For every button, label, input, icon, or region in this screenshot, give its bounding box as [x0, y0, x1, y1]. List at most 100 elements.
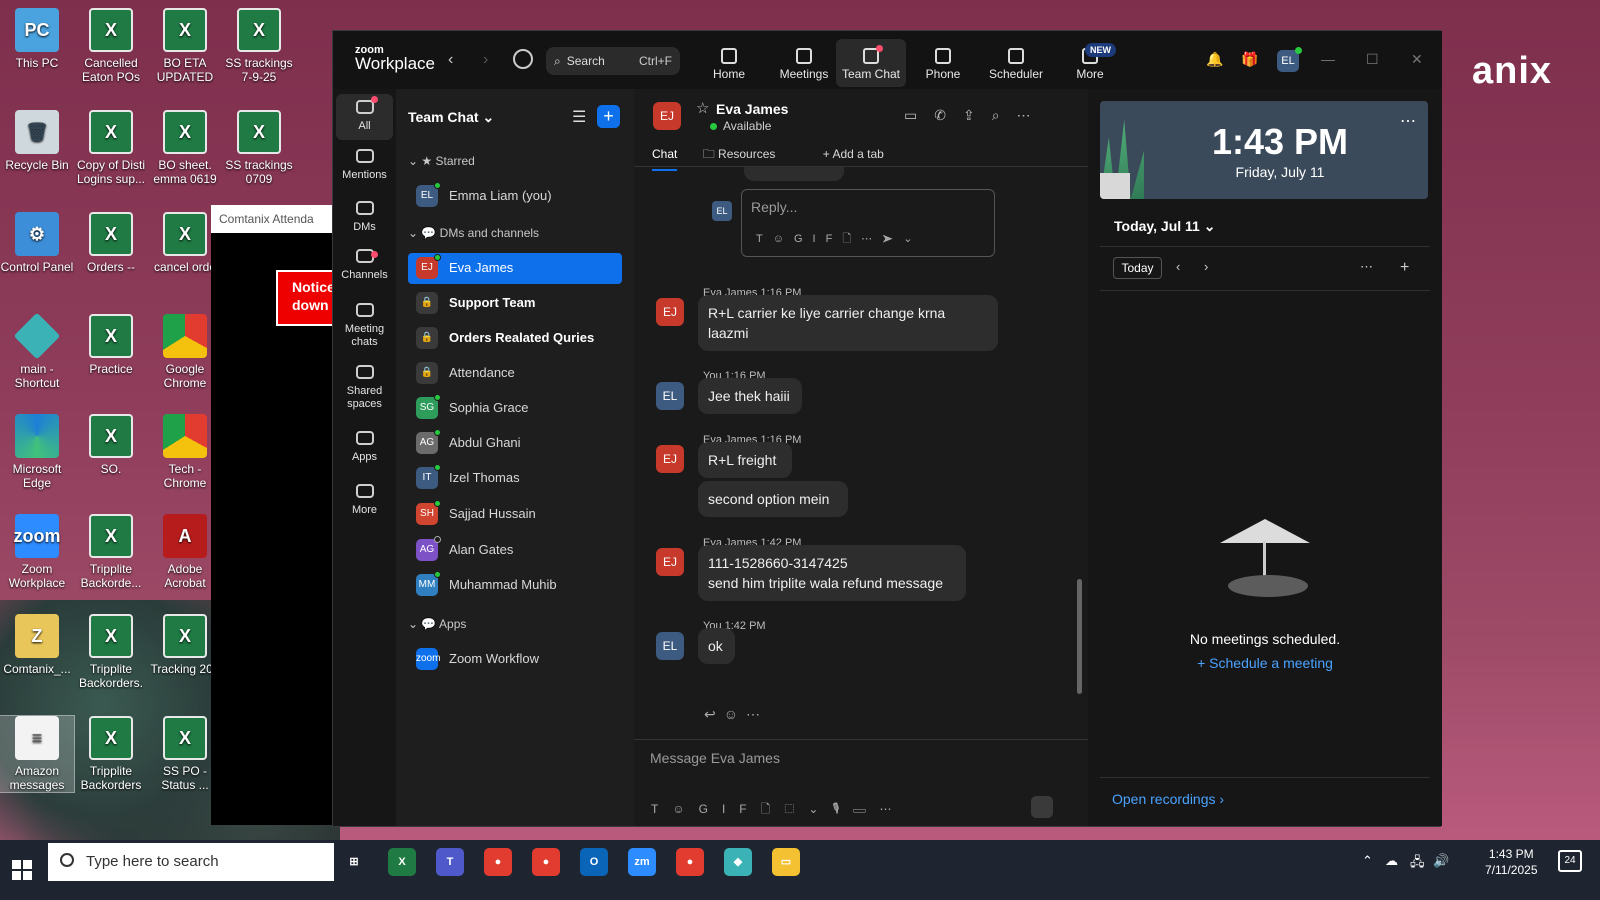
contact-avatar[interactable]: EJ: [653, 102, 681, 130]
list-item[interactable]: EJ Eva James: [408, 253, 622, 284]
list-item[interactable]: 🔒 Support Team: [408, 288, 622, 319]
desktop-icon[interactable]: X SS trackings 7-9-25: [222, 8, 296, 84]
desktop-icon[interactable]: X BO sheet. emma 0619: [148, 110, 222, 186]
message-avatar[interactable]: EL: [656, 632, 684, 660]
video-message-icon[interactable]: ▭: [853, 802, 879, 816]
list-item[interactable]: 🔒 Orders Realated Quries: [408, 323, 622, 354]
message-avatar[interactable]: EJ: [656, 548, 684, 576]
message-bubble[interactable]: second option mein: [698, 481, 848, 517]
desktop-icon[interactable]: Z Comtanix_...: [0, 614, 74, 676]
gift-icon[interactable]: 🎁: [1241, 51, 1258, 68]
tab-resources[interactable]: 🗀 Resources: [703, 147, 798, 161]
list-item[interactable]: IT Izel Thomas: [408, 463, 622, 494]
user-avatar[interactable]: EL: [1277, 47, 1302, 72]
list-item[interactable]: AG Abdul Ghani: [408, 428, 622, 459]
message-bubble[interactable]: R+L freight: [698, 442, 792, 478]
taskbar-app-zoom[interactable]: zm: [628, 848, 656, 876]
maximize-icon[interactable]: ☐: [1366, 51, 1379, 68]
previous-day-icon[interactable]: ‹: [1176, 259, 1180, 274]
desktop-icon[interactable]: X Tripplite Backorders: [74, 716, 148, 792]
gif-icon[interactable]: GIF: [794, 233, 842, 245]
taskbar-app-app[interactable]: ◆: [724, 848, 752, 876]
search-icon[interactable]: ⌕: [992, 107, 1017, 123]
gif-icon[interactable]: GIF: [699, 802, 761, 816]
more-options-icon[interactable]: ⋯: [1360, 259, 1373, 275]
volume-icon[interactable]: 🔊: [1433, 853, 1449, 869]
section-apps[interactable]: ⌄ 💬 Apps: [408, 617, 466, 631]
message-bubble[interactable]: R+L carrier ke liye carrier change krna l…: [698, 295, 998, 351]
filter-icon[interactable]: ☰: [572, 107, 586, 127]
send-button[interactable]: [1031, 796, 1053, 818]
team-chat-title[interactable]: Team Chat ⌄: [408, 109, 494, 126]
send-icon[interactable]: ➤: [882, 233, 903, 245]
rail-item-mentions[interactable]: Mentions: [336, 149, 393, 182]
tab-team-chat[interactable]: Team Chat: [836, 39, 906, 87]
message-avatar[interactable]: EJ: [656, 298, 684, 326]
reply-icon[interactable]: ↩: [704, 706, 724, 722]
desktop-icon[interactable]: main - Shortcut: [0, 312, 74, 390]
desktop-icon[interactable]: ≡ Amazon messages: [0, 715, 75, 793]
video-call-icon[interactable]: ▭: [904, 107, 934, 123]
taskbar-clock[interactable]: 1:43 PM 7/11/2025: [1485, 846, 1538, 878]
today-heading[interactable]: Today, Jul 11 ⌄: [1114, 218, 1215, 235]
desktop-icon[interactable]: ⚙ Control Panel: [0, 212, 74, 274]
chat-scrollbar[interactable]: [1077, 579, 1082, 694]
rail-item-all[interactable]: All: [336, 94, 393, 140]
more-icon[interactable]: ⋯: [746, 706, 768, 722]
list-item[interactable]: SH Sajjad Hussain: [408, 499, 622, 530]
forward-arrow-icon[interactable]: ›: [483, 51, 488, 69]
phone-call-icon[interactable]: ✆: [934, 107, 963, 123]
list-item[interactable]: 🔒 Attendance: [408, 358, 622, 389]
tab-scheduler[interactable]: Scheduler: [981, 39, 1051, 87]
desktop-icon[interactable]: Microsoft Edge: [0, 414, 74, 490]
more-icon[interactable]: ⋯: [879, 802, 905, 816]
onedrive-icon[interactable]: ☁: [1385, 853, 1398, 869]
desktop-icon[interactable]: X Copy of Disti Logins sup...: [74, 110, 148, 186]
taskbar-app-task-view[interactable]: ⊞: [340, 848, 368, 876]
section-dms-channels[interactable]: ⌄ 💬 DMs and channels: [408, 226, 539, 240]
emoji-icon[interactable]: ☺: [773, 233, 794, 245]
desktop-icon[interactable]: 🗑 Recycle Bin: [0, 110, 74, 172]
taskbar-app-file-explorer[interactable]: ▭: [772, 848, 800, 876]
message-avatar[interactable]: EL: [656, 382, 684, 410]
screenshot-icon[interactable]: ⬚⌄: [784, 802, 832, 816]
star-icon[interactable]: ☆: [696, 99, 709, 117]
message-avatar[interactable]: EJ: [656, 445, 684, 473]
tab-chat[interactable]: Chat: [652, 147, 678, 171]
add-event-icon[interactable]: +: [1400, 259, 1409, 277]
more-icon[interactable]: ⋯: [861, 233, 882, 245]
taskbar-app-teams[interactable]: T: [436, 848, 464, 876]
file-icon[interactable]: 🗋: [842, 233, 861, 245]
rail-item-shared-spaces[interactable]: Shared spaces: [336, 365, 393, 411]
more-options-icon[interactable]: ⋯: [1400, 111, 1416, 131]
rail-item-more[interactable]: More: [336, 484, 393, 517]
list-item[interactable]: SG Sophia Grace: [408, 393, 622, 424]
microphone-icon[interactable]: 🎙: [832, 802, 853, 816]
next-day-icon[interactable]: ›: [1204, 259, 1208, 274]
rail-item-meeting-chats[interactable]: Meeting chats: [336, 303, 393, 349]
close-icon[interactable]: ✕: [1411, 51, 1423, 68]
taskbar-app-excel[interactable]: X: [388, 848, 416, 876]
rail-item-dms[interactable]: DMs: [336, 201, 393, 234]
tab-phone[interactable]: Phone: [908, 39, 978, 87]
text-format-icon[interactable]: T: [756, 233, 773, 245]
section-starred[interactable]: ⌄ ★ Starred: [408, 154, 475, 168]
reply-box[interactable]: Reply... T☺GIF🗋⋯➤⌄: [741, 189, 995, 257]
minimize-icon[interactable]: —: [1321, 51, 1335, 67]
desktop-icon[interactable]: PC This PC: [0, 8, 74, 70]
schedule-meeting-link[interactable]: + Schedule a meeting: [1088, 655, 1442, 671]
message-bubble[interactable]: 111-1528660-3147425 send him triplite wal…: [698, 545, 966, 601]
taskbar-app-outlook[interactable]: O: [580, 848, 608, 876]
file-icon[interactable]: 🗋: [761, 802, 785, 816]
new-chat-button[interactable]: +: [597, 105, 620, 128]
taskbar-search-input[interactable]: Type here to search: [48, 843, 334, 881]
emoji-icon[interactable]: ☺: [672, 802, 698, 816]
search-input[interactable]: ⌕ Search Ctrl+F: [546, 47, 680, 75]
network-icon[interactable]: 🖧: [1410, 853, 1425, 875]
chevron-down-icon[interactable]: ⌄: [903, 233, 922, 245]
desktop-icon[interactable]: zoom Zoom Workplace: [0, 514, 74, 590]
taskbar-app-chrome-profile-2[interactable]: ●: [676, 848, 704, 876]
message-bubble[interactable]: ok: [698, 628, 735, 664]
rail-item-apps[interactable]: Apps: [336, 431, 393, 464]
list-item[interactable]: EL Emma Liam (you): [408, 181, 622, 212]
